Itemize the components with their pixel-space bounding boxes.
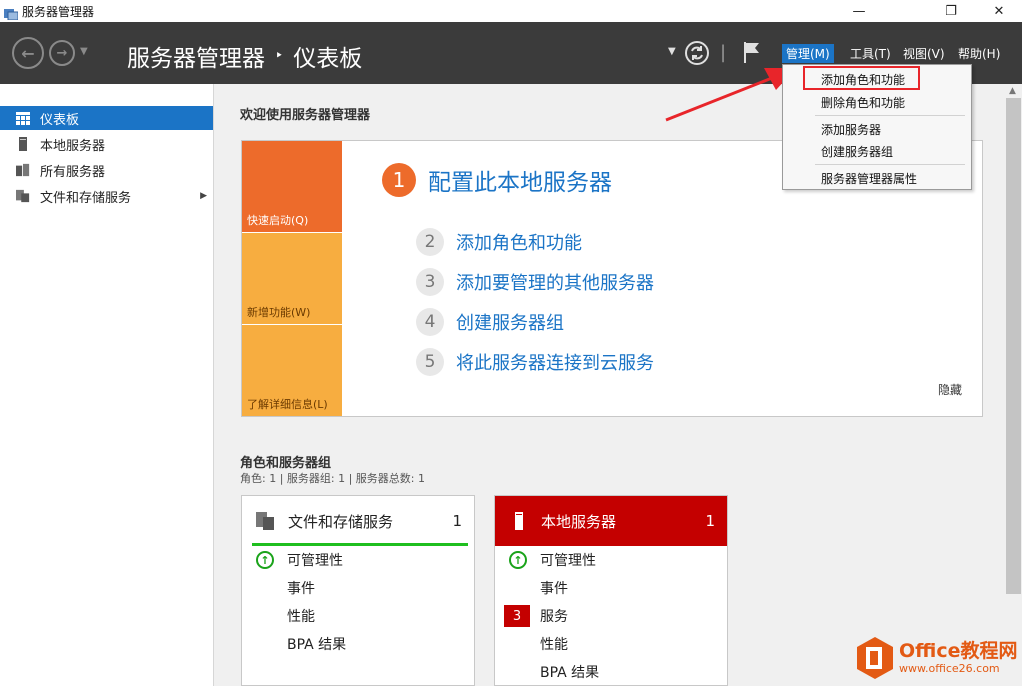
step-add-servers[interactable]: 3 添加要管理的其他服务器 xyxy=(416,268,654,296)
step-create-group[interactable]: 4 创建服务器组 xyxy=(416,308,564,336)
arrow-right-icon: → xyxy=(56,45,68,61)
menu-view[interactable]: 视图(V) xyxy=(899,44,949,63)
history-dropdown-icon[interactable]: ▼ xyxy=(80,46,88,57)
sidebar-item-all-servers[interactable]: 所有服务器 xyxy=(0,158,213,182)
breadcrumb-separator: ‣ xyxy=(275,48,284,64)
file-storage-icon xyxy=(256,511,276,531)
menu-manage[interactable]: 管理(M) xyxy=(782,44,834,63)
annotation-arrow-icon xyxy=(665,68,796,122)
menu-item-add-servers[interactable]: 添加服务器 xyxy=(783,118,971,140)
roles-section-title: 角色和服务器组 xyxy=(240,456,332,471)
menu-tools[interactable]: 工具(T) xyxy=(846,44,895,63)
welcome-title: 欢迎使用服务器管理器 xyxy=(240,108,371,123)
vertical-scrollbar[interactable]: ▲ xyxy=(1005,84,1022,686)
back-button[interactable]: ← xyxy=(12,37,44,69)
watermark-name: Office教程网 xyxy=(899,640,1018,662)
step-connect-cloud[interactable]: 5 将此服务器连接到云服务 xyxy=(416,348,654,376)
watermark-url: www.office26.com xyxy=(899,662,1000,675)
watermark: Office教程网 www.office26.com xyxy=(855,632,1020,684)
step-link[interactable]: 添加要管理的其他服务器 xyxy=(456,269,654,295)
card-row-bpa[interactable]: BPA 结果 xyxy=(242,630,474,658)
card-title: 本地服务器 xyxy=(541,512,617,531)
menu-item-remove-roles[interactable]: 删除角色和功能 xyxy=(783,91,971,113)
restore-button[interactable]: ❐ xyxy=(928,0,974,22)
card-header[interactable]: 文件和存储服务 1 xyxy=(242,496,474,546)
sidebar: 仪表板 本地服务器 所有服务器 文件和存储服务 ▶ xyxy=(0,84,214,686)
card-row-events[interactable]: 事件 xyxy=(495,574,727,602)
sidebar-item-label: 本地服务器 xyxy=(40,138,106,154)
status-up-arrow-icon: ↑ xyxy=(256,551,274,569)
sidebar-item-dashboard[interactable]: 仪表板 xyxy=(0,106,213,130)
breadcrumb-root[interactable]: 服务器管理器 xyxy=(127,39,265,73)
expand-arrow-icon[interactable]: ▶ xyxy=(200,191,207,201)
card-row-performance[interactable]: 性能 xyxy=(242,602,474,630)
highlight-box xyxy=(803,66,920,90)
dashboard-icon xyxy=(16,111,30,125)
card-row-manageability[interactable]: ↑ 可管理性 xyxy=(242,546,474,574)
notifications-dropdown-icon[interactable]: ▼ xyxy=(668,46,676,57)
office-logo-icon xyxy=(857,637,893,679)
card-count: 1 xyxy=(452,512,462,530)
manage-dropdown-menu: 添加角色和功能 删除角色和功能 添加服务器 创建服务器组 服务器管理器属性 xyxy=(782,64,972,190)
servers-icon xyxy=(16,163,30,177)
arrow-left-icon: ← xyxy=(21,43,35,63)
step-link[interactable]: 配置此本地服务器 xyxy=(428,163,612,197)
role-card-local-server[interactable]: 本地服务器 1 ↑ 可管理性 事件 3 服务 性能 BPA 结果 xyxy=(494,495,728,686)
tile-quick-start[interactable]: 快速启动(Q) xyxy=(242,141,342,232)
forward-button[interactable]: → xyxy=(49,40,75,66)
server-icon xyxy=(16,137,30,151)
sidebar-item-label: 所有服务器 xyxy=(40,164,106,180)
card-row-performance[interactable]: 性能 xyxy=(495,630,727,658)
card-row-events[interactable]: 事件 xyxy=(242,574,474,602)
status-up-arrow-icon: ↑ xyxy=(509,551,527,569)
server-manager-app-icon xyxy=(4,5,19,21)
step-link[interactable]: 添加角色和功能 xyxy=(456,229,582,255)
sidebar-item-file-storage[interactable]: 文件和存储服务 ▶ xyxy=(0,184,213,208)
sidebar-item-local-server[interactable]: 本地服务器 xyxy=(0,132,213,156)
service-alert-badge: 3 xyxy=(504,605,530,627)
step-number: 5 xyxy=(416,348,444,376)
sidebar-item-label: 文件和存储服务 xyxy=(40,190,132,206)
hide-link[interactable]: 隐藏 xyxy=(938,381,962,398)
step-link[interactable]: 创建服务器组 xyxy=(456,309,564,335)
minimize-button[interactable]: — xyxy=(836,0,882,22)
menu-help[interactable]: 帮助(H) xyxy=(954,44,1004,63)
step-configure-local-server[interactable]: 1 配置此本地服务器 xyxy=(382,163,612,197)
card-title: 文件和存储服务 xyxy=(288,512,394,531)
card-count: 1 xyxy=(705,512,715,530)
window-title-bar: 服务器管理器 — ❐ ✕ xyxy=(0,0,1022,22)
card-row-services[interactable]: 3 服务 xyxy=(495,602,727,630)
role-card-file-storage[interactable]: 文件和存储服务 1 ↑ 可管理性 事件 性能 BPA 结果 xyxy=(241,495,475,686)
scroll-thumb[interactable] xyxy=(1006,98,1021,594)
tile-learn-more[interactable]: 了解详细信息(L) xyxy=(242,325,342,416)
step-link[interactable]: 将此服务器连接到云服务 xyxy=(456,349,654,375)
tile-whats-new[interactable]: 新增功能(W) xyxy=(242,233,342,324)
step-number: 1 xyxy=(382,163,416,197)
step-number: 2 xyxy=(416,228,444,256)
menu-item-properties[interactable]: 服务器管理器属性 xyxy=(783,167,971,189)
toolbar-divider: | xyxy=(720,42,727,63)
card-row-bpa[interactable]: BPA 结果 xyxy=(495,658,727,686)
breadcrumb: 服务器管理器 ‣ 仪表板 xyxy=(127,39,362,73)
file-storage-icon xyxy=(16,189,30,203)
sidebar-item-label: 仪表板 xyxy=(40,112,80,128)
step-number: 3 xyxy=(416,268,444,296)
roles-summary: 角色: 1 | 服务器组: 1 | 服务器总数: 1 xyxy=(240,472,426,485)
breadcrumb-current: 仪表板 xyxy=(293,46,363,72)
menu-item-create-group[interactable]: 创建服务器组 xyxy=(783,140,971,162)
card-header[interactable]: 本地服务器 1 xyxy=(495,496,727,546)
menu-separator xyxy=(815,115,965,116)
step-number: 4 xyxy=(416,308,444,336)
step-add-roles[interactable]: 2 添加角色和功能 xyxy=(416,228,582,256)
card-row-manageability[interactable]: ↑ 可管理性 xyxy=(495,546,727,574)
scroll-up-icon[interactable]: ▲ xyxy=(1009,86,1016,96)
close-button[interactable]: ✕ xyxy=(976,0,1022,22)
server-icon xyxy=(509,511,529,531)
window-title: 服务器管理器 xyxy=(22,4,95,19)
menu-separator xyxy=(815,164,965,165)
